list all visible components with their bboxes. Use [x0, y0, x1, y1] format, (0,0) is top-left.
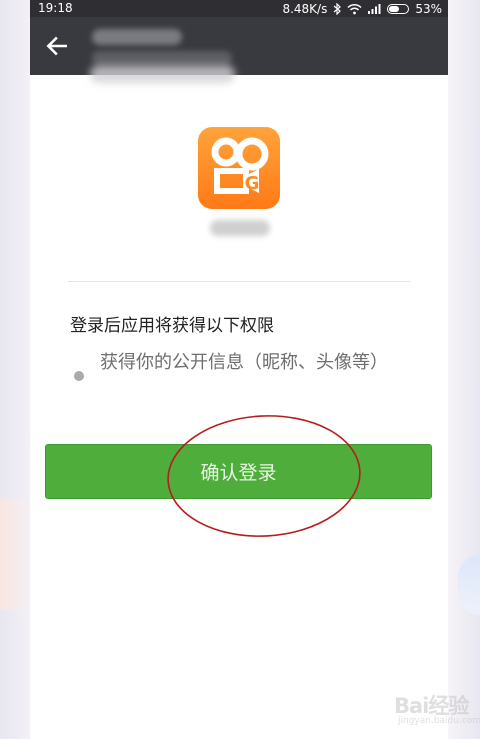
signal-icon [368, 4, 381, 14]
blurred-subtitle [92, 51, 232, 65]
network-speed: 8.48K/s [282, 1, 328, 16]
permissions-title: 登录后应用将获得以下权限 [70, 316, 274, 336]
bluetooth-icon [333, 2, 342, 15]
battery-percent: 53% [415, 1, 442, 16]
status-bar: 19:18 8.48K/s 53% [30, 0, 448, 17]
status-time: 19:18 [38, 1, 73, 15]
bullet-dot [74, 371, 84, 381]
kuaishou-app-icon: G [198, 127, 280, 209]
blurred-app-name [210, 220, 270, 236]
watermark-url: jingyan.baidu.com [398, 716, 480, 726]
right-background-strip [448, 0, 480, 739]
permission-item: 获得你的公开信息（昵称、头像等） [100, 352, 388, 373]
svg-text:G: G [245, 173, 260, 194]
left-background-blur [0, 500, 30, 610]
blurred-title [92, 29, 182, 45]
wifi-icon [347, 3, 362, 14]
battery-icon [387, 3, 410, 14]
phone-screen: 19:18 8.48K/s 53% G 登录后应用将获得以下权限 获得你的公开信… [30, 0, 480, 739]
right-background-blur [458, 555, 480, 615]
confirm-login-button[interactable]: 确认登录 [45, 444, 432, 499]
blurred-header-overflow [90, 65, 235, 83]
battery-fill [389, 5, 399, 12]
divider [68, 281, 410, 282]
baidu-watermark: Bai经验 jingyan.baidu.com [394, 686, 480, 732]
arrow-left-icon[interactable] [44, 33, 70, 59]
left-background-strip [0, 0, 30, 739]
status-right-group: 8.48K/s 53% [282, 0, 442, 17]
